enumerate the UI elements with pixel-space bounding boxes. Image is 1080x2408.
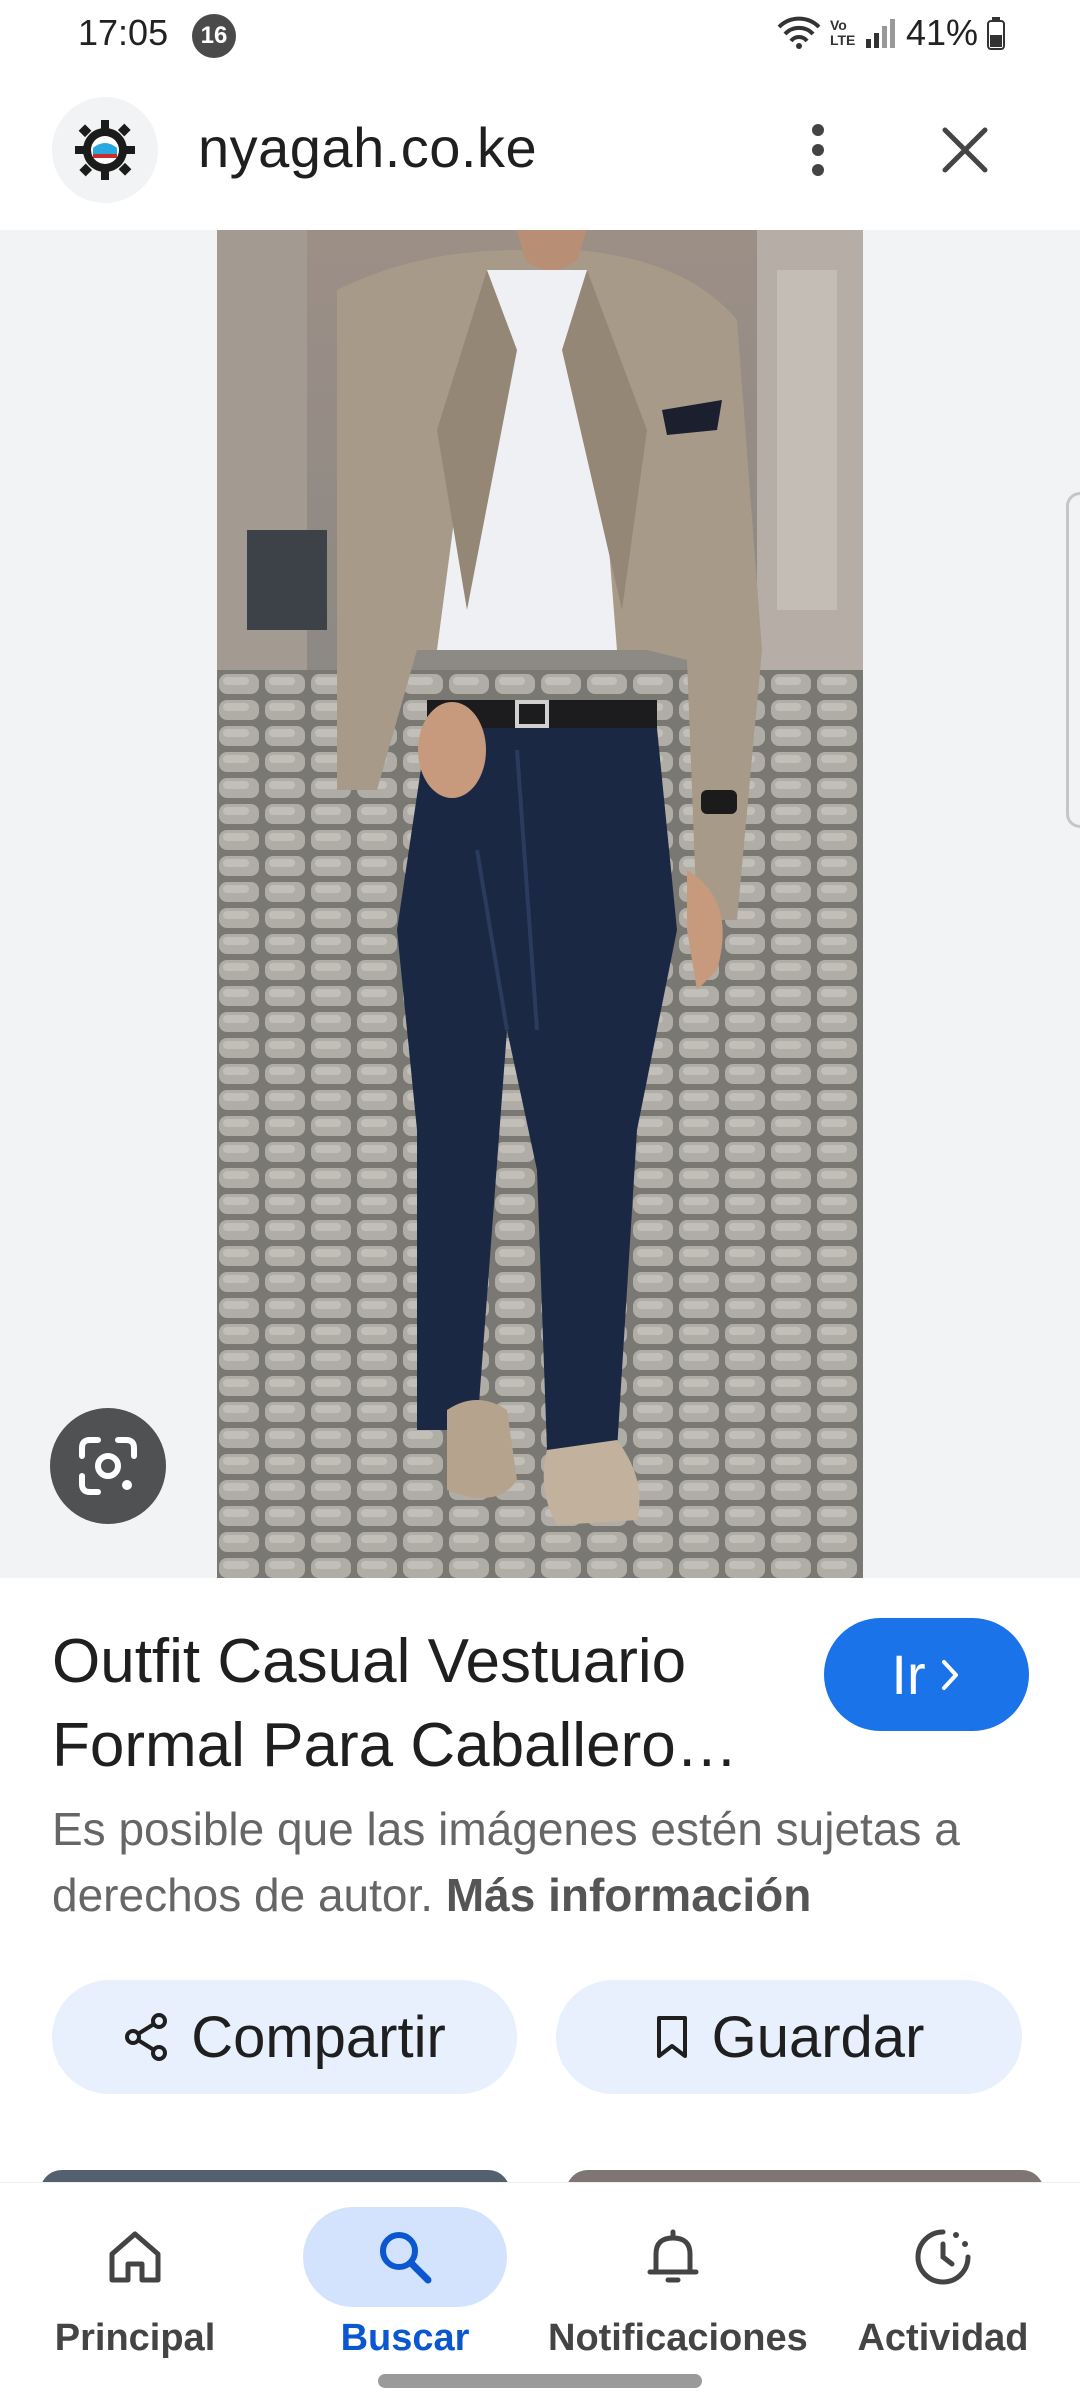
nav-item-buscar[interactable]: Buscar: [280, 2195, 530, 2385]
nav-label: Principal: [54, 2317, 216, 2359]
go-to-site-button[interactable]: Ir: [824, 1618, 1029, 1731]
copyright-notice: Es posible que las imágenes estén sujeta…: [52, 1796, 1042, 1928]
share-icon: [125, 2013, 168, 2061]
more-options-button[interactable]: [788, 112, 848, 188]
nav-item-notificaciones[interactable]: Notificaciones: [548, 2195, 808, 2385]
more-info-link[interactable]: Más información: [446, 1869, 812, 1921]
share-label: Compartir: [191, 2004, 446, 2070]
status-bar: 17:05 16 Vo LTE 41%: [0, 0, 1080, 70]
save-button[interactable]: Guardar: [556, 1980, 1022, 2094]
bookmark-icon: [656, 2016, 687, 2058]
nav-label: Actividad: [857, 2317, 1029, 2359]
home-icon: [109, 2231, 161, 2283]
search-icon: [380, 2232, 432, 2284]
nav-icon-container: [571, 2207, 775, 2307]
nav-icon-container: [33, 2207, 237, 2307]
home-indicator[interactable]: [378, 2374, 702, 2388]
close-button[interactable]: [930, 112, 1000, 188]
close-icon: [942, 127, 988, 173]
activity-icon: [915, 2229, 971, 2285]
bell-icon: [647, 2229, 699, 2283]
browser-header: nyagah.co.ke: [0, 70, 1080, 230]
nav-icon-container: [303, 2207, 507, 2307]
signal-icon: [865, 19, 895, 48]
result-title-line-1: Outfit Casual Vestuario: [52, 1627, 687, 1696]
volte-label: Vo LTE: [829, 17, 856, 48]
site-favicon[interactable]: [52, 97, 158, 203]
share-button[interactable]: Compartir: [52, 1980, 517, 2094]
status-time: 17:05: [78, 12, 169, 53]
nav-label: Notificaciones: [548, 2317, 808, 2359]
wifi-icon: [777, 16, 821, 49]
battery-icon: [987, 17, 1005, 50]
status-icons: Vo LTE 41%: [776, 12, 1006, 54]
result-title[interactable]: Outfit Casual Vestuario Formal Para Caba…: [52, 1620, 812, 1788]
more-vert-icon: [812, 124, 824, 176]
chevron-right-icon: [941, 1659, 958, 1690]
nav-label: Buscar: [340, 2317, 470, 2359]
save-label: Guardar: [711, 2004, 925, 2070]
nav-item-actividad[interactable]: Actividad: [818, 2195, 1068, 2385]
nav-icon-container: [841, 2207, 1045, 2307]
site-domain[interactable]: nyagah.co.ke: [198, 115, 537, 180]
image-viewer: [0, 230, 1080, 1578]
google-lens-button[interactable]: [50, 1408, 166, 1524]
result-title-line-2: Formal Para Caballero…: [52, 1711, 738, 1780]
notification-count-badge: 16: [192, 14, 236, 58]
gear-logo-icon: [75, 120, 135, 180]
result-image[interactable]: [217, 230, 863, 1578]
lens-icon: [79, 1437, 137, 1495]
man-outfit-photo: [217, 230, 863, 1578]
nav-item-principal[interactable]: Principal: [10, 2195, 260, 2385]
scroll-handle[interactable]: [1066, 492, 1080, 828]
battery-percent: 41%: [905, 12, 978, 53]
go-button-label: Ir: [891, 1643, 926, 1706]
